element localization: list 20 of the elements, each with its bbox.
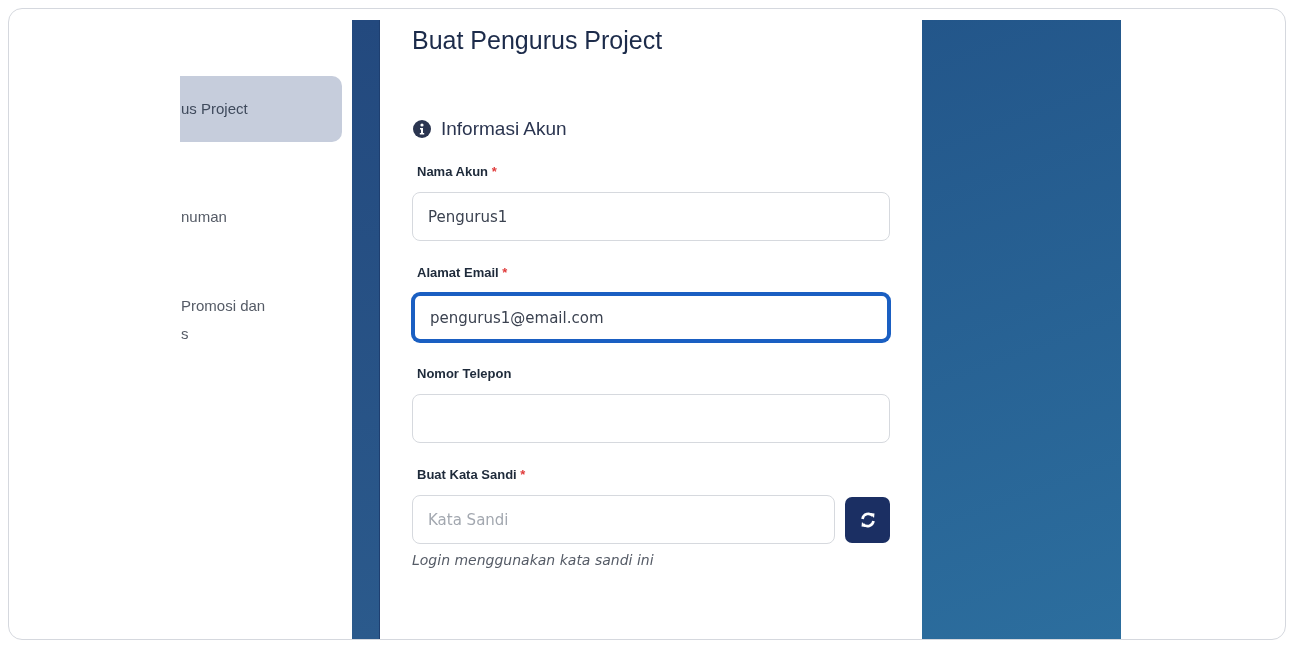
input-field[interactable]	[412, 394, 890, 443]
sidebar-item[interactable]: numan	[180, 203, 352, 231]
refresh-button[interactable]	[845, 496, 890, 543]
input-field[interactable]: pengurus1@email.com	[412, 293, 890, 342]
field-label: Alamat Email	[417, 265, 499, 280]
required-mark: *	[520, 467, 526, 482]
input-field[interactable]: Pengurus1	[412, 192, 890, 241]
field-label: Nama Akun	[417, 164, 489, 179]
hint-text: Login menggunakan kata sandi ini	[412, 552, 655, 568]
refresh-icon	[858, 510, 877, 529]
section-heading: Informasi Akun	[441, 118, 567, 140]
required-mark: *	[502, 265, 508, 280]
sidebar-item[interactable]: Promosi dan s	[180, 292, 352, 348]
required-mark: *	[491, 164, 497, 179]
field-label: Nomor Telepon	[417, 366, 512, 381]
sidebar-item[interactable]: us Project	[180, 76, 342, 142]
field-label: Buat Kata Sandi	[417, 467, 517, 482]
info-icon	[412, 119, 432, 139]
page-title: Buat Pengurus Project	[412, 26, 664, 55]
password-field[interactable]: Kata Sandi	[412, 495, 836, 544]
